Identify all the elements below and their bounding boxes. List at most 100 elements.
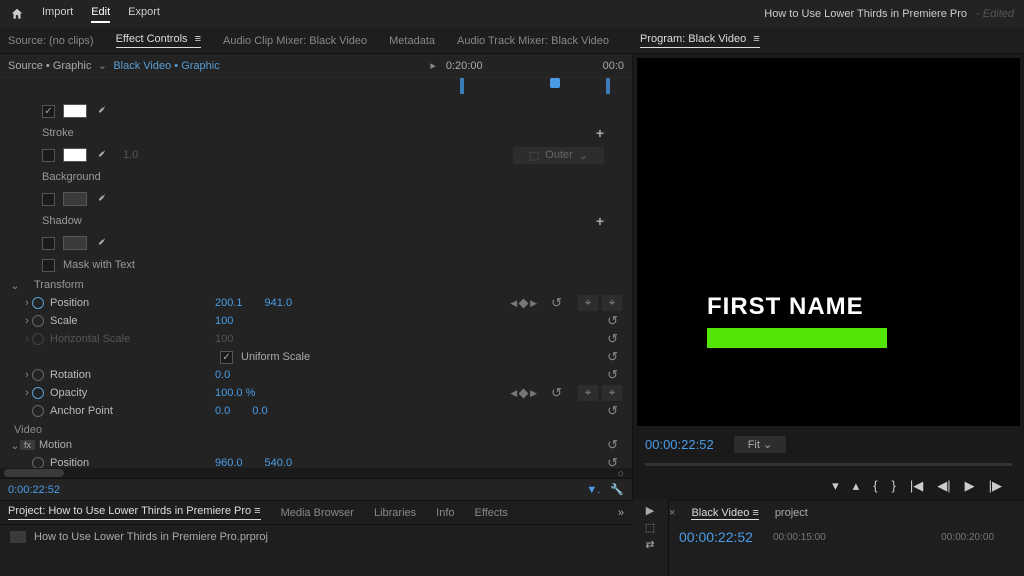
stopwatch-icon[interactable] [32,315,44,327]
tab-import[interactable]: Import [42,6,73,23]
prev-keyframe-icon[interactable]: ◀ [510,388,517,399]
reset-icon[interactable]: ↺ [607,349,618,365]
eyedropper-icon[interactable] [95,193,107,205]
expand-icon[interactable]: › [22,297,32,309]
stroke-color-swatch[interactable] [63,148,87,162]
track-select-tool-icon[interactable]: ⬚ [636,521,664,534]
program-timecode[interactable]: 00:00:22:52 [645,437,714,452]
hamburger-icon[interactable]: ≡ [195,33,201,45]
uniform-scale-checkbox[interactable] [220,351,233,364]
add-keyframe-icon[interactable] [519,298,529,308]
filter-icon[interactable]: ▼. [586,484,600,496]
collapse-icon[interactable]: ⌄ [10,279,20,292]
position-y-value[interactable]: 540.0 [265,457,293,468]
project-item[interactable]: How to Use Lower Thirds in Premiere Pro.… [0,525,632,549]
tab-metadata[interactable]: Metadata [389,35,435,47]
shadow-checkbox[interactable] [42,237,55,250]
tab-audio-track-mixer[interactable]: Audio Track Mixer: Black Video [457,35,609,47]
timeline-timecode[interactable]: 00:00:22:52 [679,529,753,545]
stopwatch-icon[interactable] [32,457,44,468]
background-color-swatch[interactable] [63,192,87,206]
eyedropper-icon[interactable] [95,105,107,117]
ease-in-icon[interactable]: ⌖ [578,385,598,401]
add-shadow-button[interactable]: + [596,213,604,229]
expand-icon[interactable]: › [22,387,32,399]
ease-out-icon[interactable]: ⌖ [602,385,622,401]
ripple-tool-icon[interactable]: ⇄ [636,538,664,551]
shadow-color-swatch[interactable] [63,236,87,250]
position-x-value[interactable]: 200.1 [215,297,243,309]
effect-timeline-ruler[interactable] [0,78,632,94]
selection-tool-icon[interactable]: ▶ [636,504,664,517]
reset-icon[interactable]: ↺ [551,295,562,311]
step-back-icon[interactable]: ◀| [937,478,950,494]
anchor-x-value[interactable]: 0.0 [215,405,230,417]
fill-checkbox[interactable] [42,105,55,118]
mark-in-icon[interactable]: ▾ [832,478,839,494]
mark-out-icon[interactable]: ▴ [853,478,860,494]
stopwatch-icon[interactable] [32,297,44,309]
wrench-icon[interactable]: 🔧 [610,483,624,496]
reset-icon[interactable]: ↺ [607,403,618,419]
zoom-fit-dropdown[interactable]: Fit ⌄ [734,436,787,453]
fx-badge[interactable]: fx [20,440,35,450]
mask-checkbox[interactable] [42,259,55,272]
tab-effects[interactable]: Effects [475,507,508,519]
program-scrubber[interactable] [645,463,1012,466]
position-x-value[interactable]: 960.0 [215,457,243,468]
hamburger-icon[interactable]: ≡ [753,33,759,45]
next-keyframe-icon[interactable]: ▶ [530,298,537,309]
playhead-icon[interactable] [550,78,560,88]
overflow-icon[interactable]: » [618,507,624,519]
playhead-prev-icon[interactable]: ▸ [430,59,436,72]
chevron-down-icon[interactable]: ⌄ [97,59,107,72]
target-clip-link[interactable]: Black Video • Graphic [113,60,219,72]
stopwatch-icon[interactable] [32,405,44,417]
reset-icon[interactable]: ↺ [607,437,618,453]
expand-icon[interactable]: › [22,315,32,327]
current-timecode[interactable]: 0:00:22:52 [8,484,60,496]
eyedropper-icon[interactable] [95,237,107,249]
close-tab-icon[interactable]: × [669,507,675,519]
next-keyframe-icon[interactable]: ▶ [530,388,537,399]
reset-icon[interactable]: ↺ [607,313,618,329]
expand-icon[interactable]: › [22,369,32,381]
prev-keyframe-icon[interactable]: ◀ [510,298,517,309]
tab-program[interactable]: Program: Black Video ≡ [640,33,760,48]
timeline-tab-black-video[interactable]: Black Video ≡ [691,507,758,520]
reset-icon[interactable]: ↺ [607,331,618,347]
opacity-value[interactable]: 100.0 % [215,387,255,399]
scrollbar-horizontal[interactable]: ○ [0,468,632,478]
reset-icon[interactable]: ↺ [607,367,618,383]
mark-selection-icon[interactable]: } [892,478,896,494]
play-icon[interactable]: ▶ [965,478,975,494]
stopwatch-icon[interactable] [32,369,44,381]
tab-export[interactable]: Export [128,6,160,23]
eyedropper-icon[interactable] [95,149,107,161]
ease-out-icon[interactable]: ⌖ [602,295,622,311]
reset-icon[interactable]: ↺ [607,455,618,468]
anchor-y-value[interactable]: 0.0 [252,405,267,417]
mark-clip-icon[interactable]: { [873,478,877,494]
rotation-value[interactable]: 0.0 [215,369,230,381]
stroke-checkbox[interactable] [42,149,55,162]
tab-libraries[interactable]: Libraries [374,507,416,519]
timeline-tab-project[interactable]: project [775,507,808,519]
program-video-viewport[interactable]: FIRST NAME [637,58,1020,426]
tab-effect-controls[interactable]: Effect Controls ≡ [116,33,201,48]
stroke-type-dropdown[interactable]: ⬚ Outer ⌄ [513,147,604,164]
tab-info[interactable]: Info [436,507,454,519]
go-to-in-icon[interactable]: |◀ [910,478,923,494]
tab-source[interactable]: Source: (no clips) [8,35,94,47]
collapse-icon[interactable]: ⌄ [10,439,20,452]
fill-color-swatch[interactable] [63,104,87,118]
ease-in-icon[interactable]: ⌖ [578,295,598,311]
position-y-value[interactable]: 941.0 [265,297,293,309]
timeline-ruler[interactable]: 00:00:15:00 00:00:20:00 [773,532,1014,543]
home-icon[interactable] [10,7,24,21]
stroke-width-value[interactable]: 1.0 [123,149,138,161]
tab-audio-clip-mixer[interactable]: Audio Clip Mixer: Black Video [223,35,367,47]
tab-media-browser[interactable]: Media Browser [281,507,354,519]
tab-project[interactable]: Project: How to Use Lower Thirds in Prem… [8,505,261,520]
scale-value[interactable]: 100 [215,315,233,327]
